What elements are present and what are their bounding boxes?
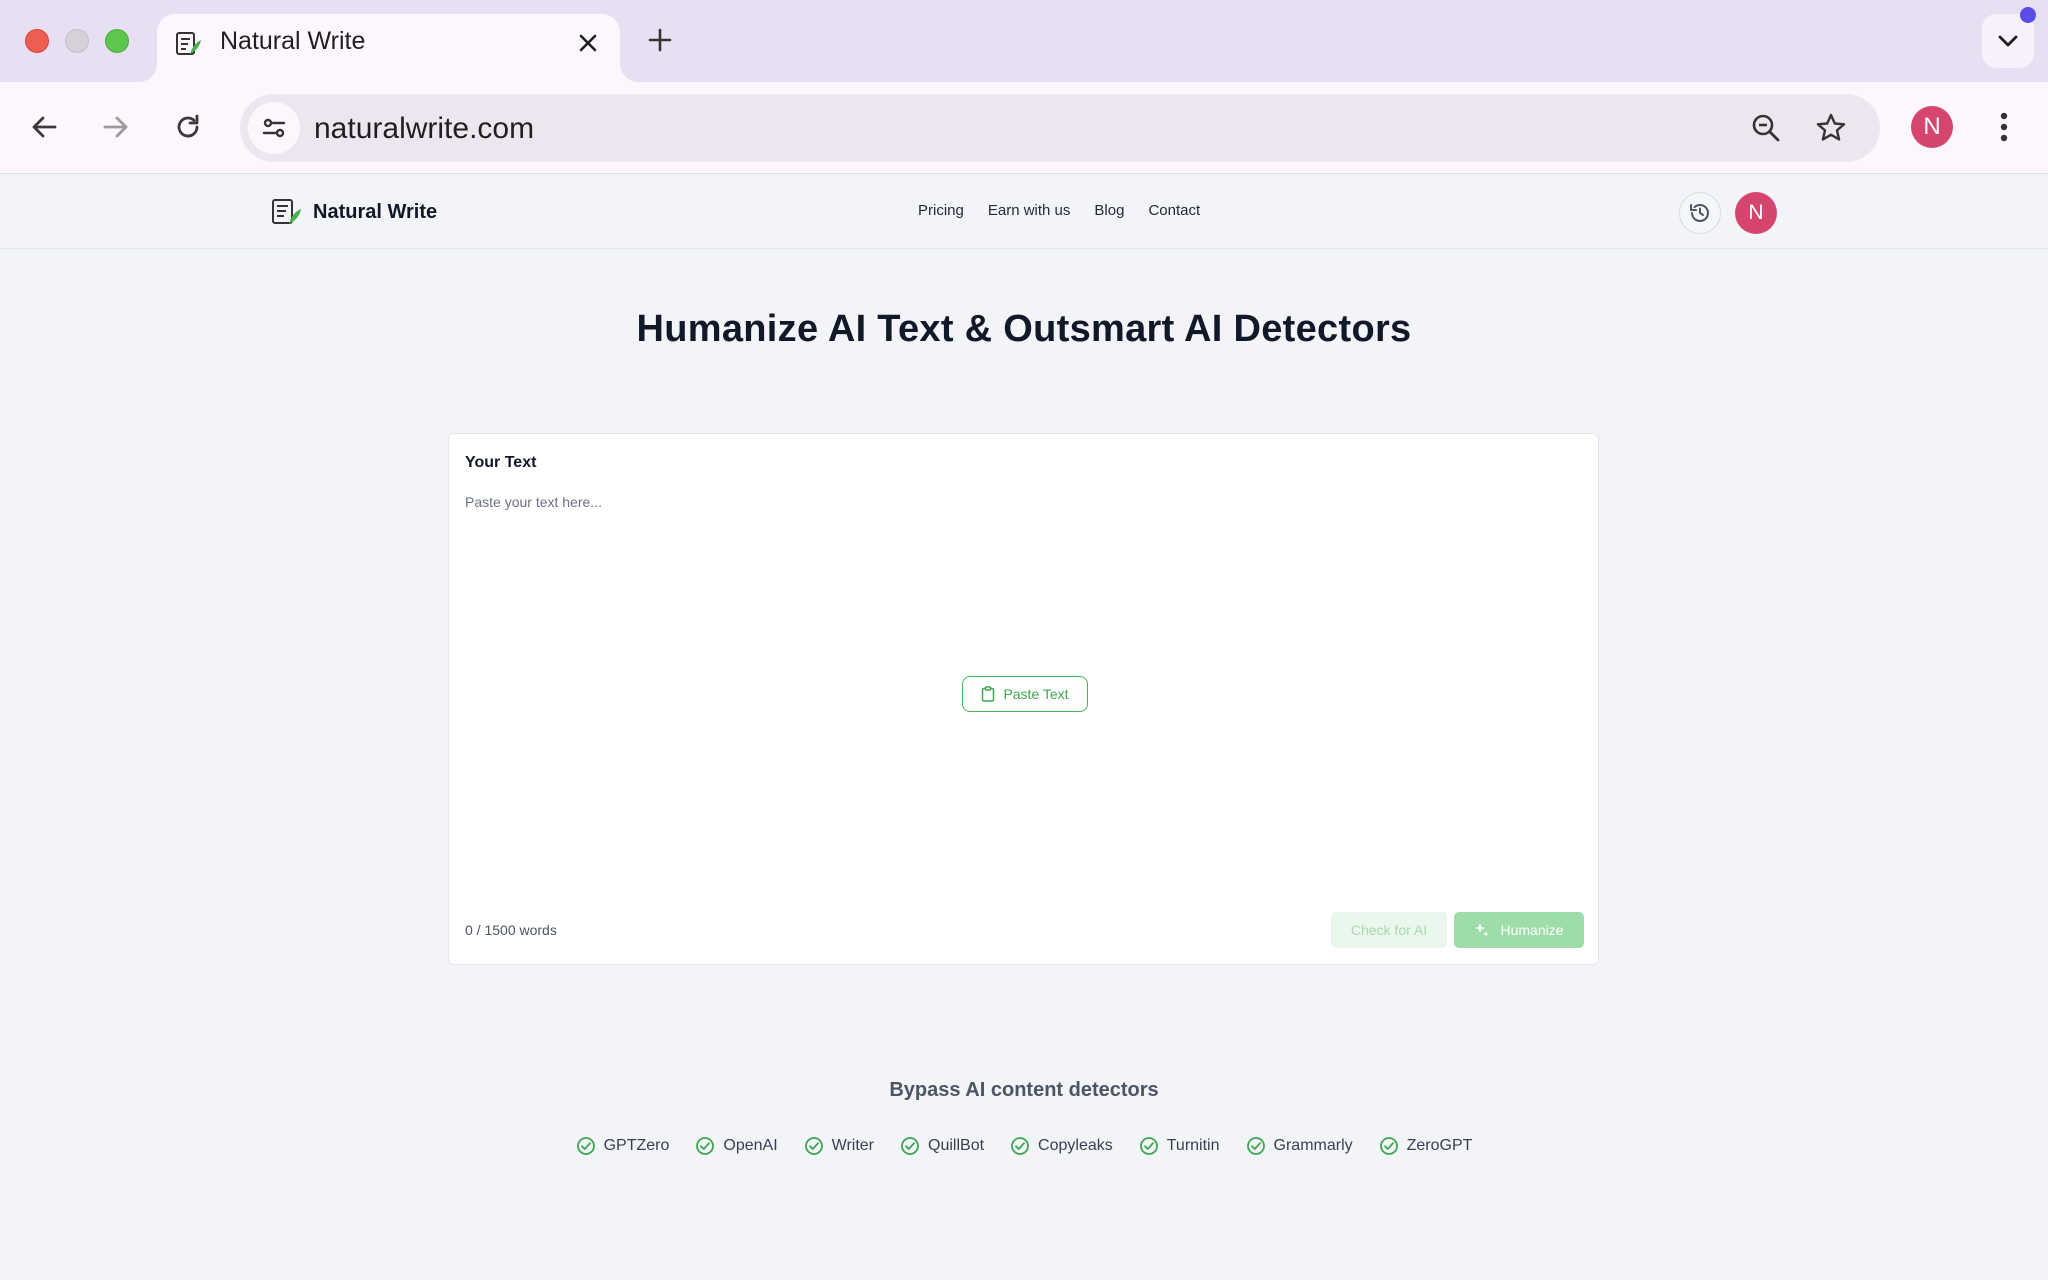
check-circle-icon (1246, 1136, 1266, 1156)
check-circle-icon (804, 1136, 824, 1156)
detector-item-grammarly: Grammarly (1246, 1136, 1353, 1156)
detector-label: ZeroGPT (1406, 1137, 1473, 1154)
brand-name: Natural Write (313, 200, 438, 223)
nav-blog-link[interactable]: Blog (1094, 202, 1124, 219)
word-count: 0 / 1500 words (465, 922, 557, 938)
paste-text-label: Paste Text (1003, 686, 1069, 702)
bookmark-star-icon[interactable] (1811, 108, 1851, 148)
paste-text-button[interactable]: Paste Text (962, 676, 1088, 712)
detector-label: Grammarly (1273, 1137, 1353, 1154)
forward-arrow-icon[interactable] (93, 104, 139, 150)
detector-item-copyleaks: Copyleaks (1010, 1136, 1113, 1156)
detector-label: Writer (831, 1137, 875, 1154)
detector-label: QuillBot (928, 1137, 985, 1154)
detector-item-turnitin: Turnitin (1139, 1136, 1220, 1156)
check-circle-icon (1139, 1136, 1159, 1156)
check-circle-icon (1010, 1136, 1030, 1156)
detector-label: Copyleaks (1038, 1137, 1113, 1154)
detector-label: OpenAI (723, 1137, 778, 1154)
window-minimize-button[interactable] (65, 29, 89, 53)
tab-title: Natural Write (220, 27, 366, 55)
sparkle-icon (1474, 922, 1490, 938)
site-header: Natural Write Pricing Earn with us Blog … (0, 175, 2048, 249)
history-clock-icon[interactable] (1679, 192, 1721, 234)
detector-item-zerogpt: ZeroGPT (1379, 1136, 1473, 1156)
browser-profile-avatar[interactable]: N (1911, 106, 1953, 148)
detector-list: GPTZero OpenAI Writer QuillBot Copyleaks… (0, 1136, 2048, 1156)
natural-write-logo-icon (271, 197, 303, 227)
bypass-section-title: Bypass AI content detectors (889, 1079, 1159, 1101)
close-tab-icon[interactable] (573, 28, 603, 58)
humanize-label: Humanize (1500, 922, 1564, 938)
detector-item-gptzero: GPTZero (576, 1136, 670, 1156)
site-settings-tune-icon[interactable] (248, 102, 300, 154)
detector-item-openai: OpenAI (695, 1136, 778, 1156)
brand-logo-link[interactable]: Natural Write (271, 197, 437, 227)
detector-label: Turnitin (1166, 1137, 1220, 1154)
detector-label: GPTZero (603, 1137, 670, 1154)
detector-item-writer: Writer (804, 1136, 874, 1156)
nav-contact-link[interactable]: Contact (1148, 202, 1200, 219)
nav-pricing-link[interactable]: Pricing (918, 202, 964, 219)
window-close-button[interactable] (25, 29, 49, 53)
check-for-ai-button[interactable]: Check for AI (1331, 912, 1447, 948)
new-tab-plus-icon[interactable] (644, 24, 676, 56)
notification-dot (2020, 7, 2036, 23)
text-input-area[interactable] (465, 494, 1583, 794)
back-arrow-icon[interactable] (21, 104, 67, 150)
site-nav: Pricing Earn with us Blog Contact (918, 202, 1200, 219)
detector-item-quillbot: QuillBot (900, 1136, 984, 1156)
check-circle-icon (1379, 1136, 1399, 1156)
browser-tab-strip: Natural Write (0, 0, 2048, 82)
text-input-card: Your Text Paste Text 0 / 1500 words Chec… (448, 433, 1599, 965)
url-text[interactable]: naturalwrite.com (314, 112, 534, 146)
browser-toolbar: naturalwrite.com N (0, 82, 2048, 174)
natural-write-favicon-icon (173, 28, 203, 58)
check-circle-icon (695, 1136, 715, 1156)
nav-earn-with-us-link[interactable]: Earn with us (988, 202, 1071, 219)
address-bar[interactable]: naturalwrite.com (240, 94, 1880, 162)
check-circle-icon (900, 1136, 920, 1156)
user-avatar[interactable]: N (1735, 192, 1777, 234)
check-circle-icon (576, 1136, 596, 1156)
clipboard-icon (981, 686, 995, 702)
reload-icon[interactable] (165, 104, 211, 150)
browser-tab-active[interactable]: Natural Write (157, 14, 620, 82)
zoom-magnifier-icon[interactable] (1746, 108, 1786, 148)
window-zoom-button[interactable] (105, 29, 129, 53)
humanize-button[interactable]: Humanize (1454, 912, 1584, 948)
page-title: Humanize AI Text & Outsmart AI Detectors (636, 308, 1412, 350)
browser-menu-kebab-icon[interactable] (1988, 104, 2020, 150)
your-text-label: Your Text (465, 454, 537, 471)
